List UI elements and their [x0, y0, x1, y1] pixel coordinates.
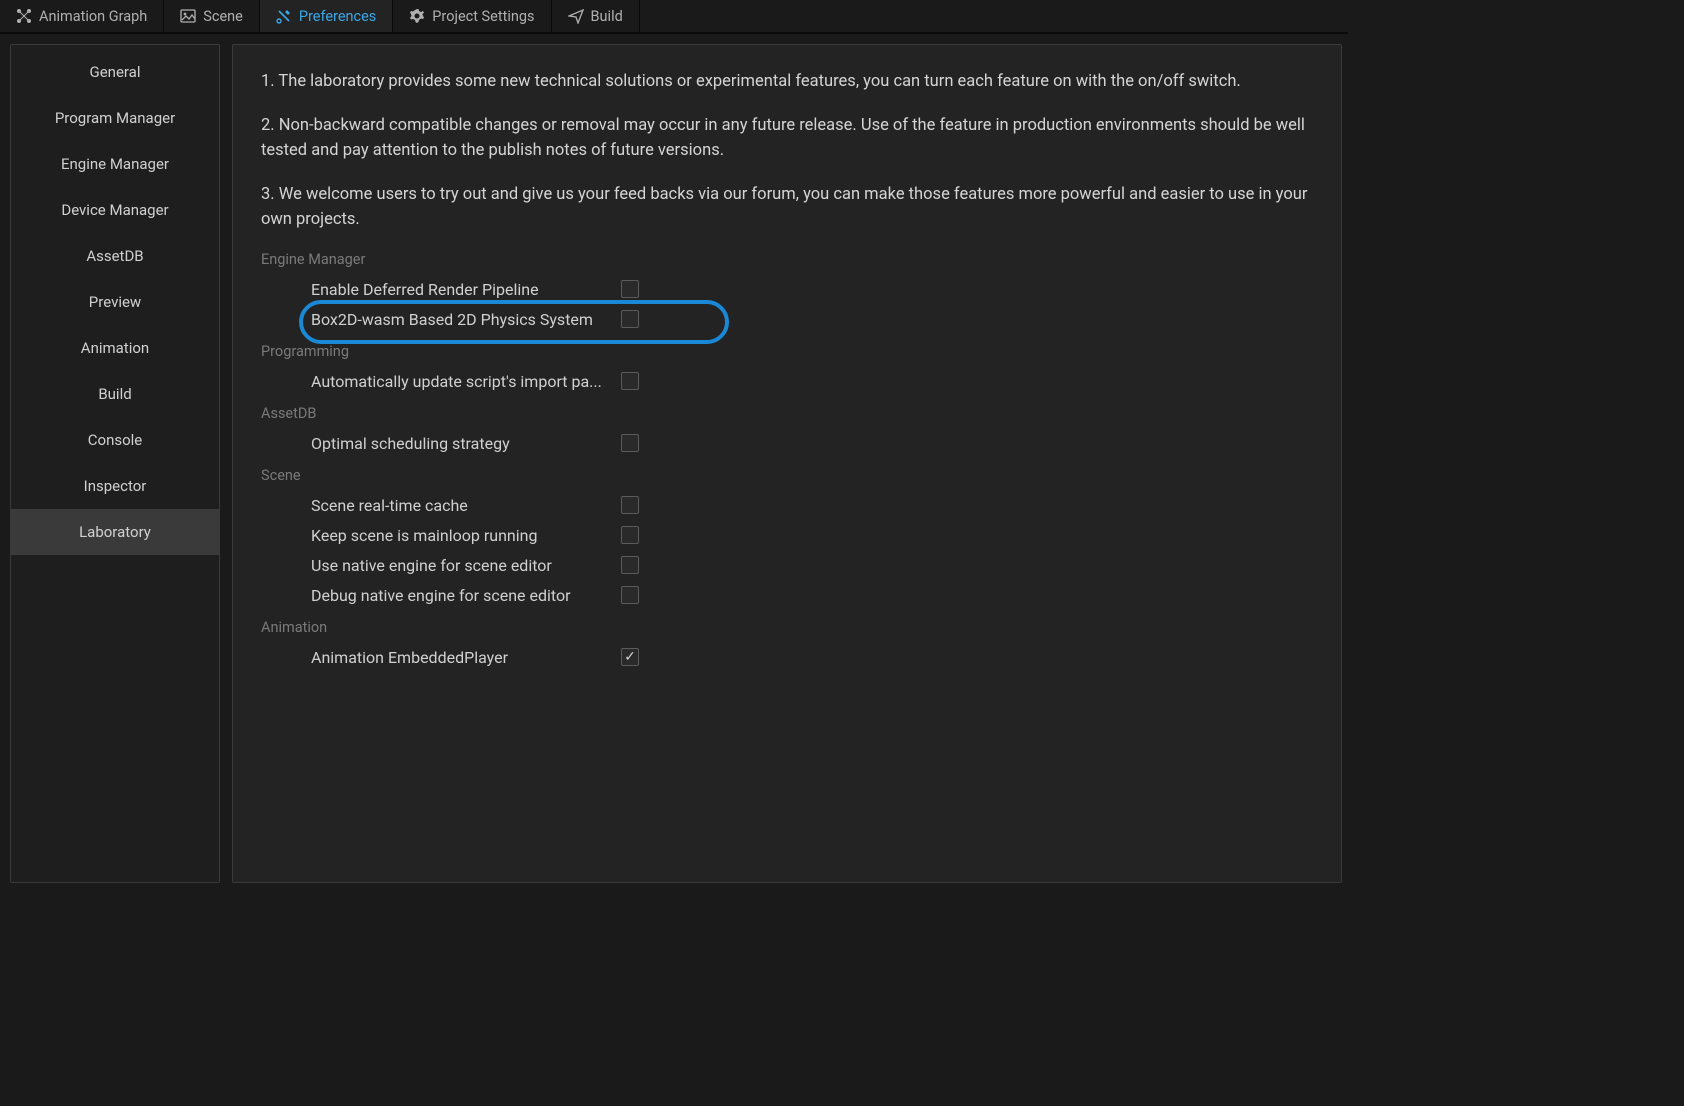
intro-paragraph-3: 3. We welcome users to try out and give … — [261, 182, 1313, 233]
option-row-scene-realtime-cache: Scene real-time cache — [261, 492, 1313, 519]
tab-label: Preferences — [299, 8, 376, 25]
option-row-deferred-pipeline: Enable Deferred Render Pipeline — [261, 276, 1313, 303]
tools-icon — [276, 8, 292, 24]
section-title-engine-manager: Engine Manager — [261, 251, 1313, 268]
checkbox-animation-embedded-player[interactable] — [621, 648, 639, 666]
top-tabs-bar: Animation Graph Scene Preferences Projec… — [0, 0, 1348, 34]
intro-paragraph-1: 1. The laboratory provides some new tech… — [261, 69, 1313, 95]
section-title-scene: Scene — [261, 467, 1313, 484]
option-label: Automatically update script's import pa.… — [311, 372, 621, 391]
tab-build[interactable]: Build — [552, 0, 640, 32]
sidebar-item-inspector[interactable]: Inspector — [11, 463, 219, 509]
checkbox-box2d-wasm[interactable] — [621, 310, 639, 328]
intro-paragraph-2: 2. Non-backward compatible changes or re… — [261, 113, 1313, 164]
sidebar-item-assetdb[interactable]: AssetDB — [11, 233, 219, 279]
sidebar-item-label: Preview — [89, 293, 141, 311]
checkbox-auto-update-import[interactable] — [621, 372, 639, 390]
tab-label: Build — [591, 8, 623, 25]
option-label: Debug native engine for scene editor — [311, 586, 621, 605]
checkbox-debug-native-engine[interactable] — [621, 586, 639, 604]
gear-icon — [409, 8, 425, 24]
sidebar-item-laboratory[interactable]: Laboratory — [11, 509, 219, 555]
option-label: Keep scene is mainloop running — [311, 526, 621, 545]
sidebar-item-device-manager[interactable]: Device Manager — [11, 187, 219, 233]
option-label: Box2D-wasm Based 2D Physics System — [311, 310, 621, 329]
sidebar-item-label: Animation — [81, 339, 149, 357]
sidebar-item-label: Engine Manager — [61, 155, 169, 173]
checkbox-native-engine-scene[interactable] — [621, 556, 639, 574]
content-panel: 1. The laboratory provides some new tech… — [232, 44, 1342, 883]
image-icon — [180, 8, 196, 24]
sidebar-item-label: Inspector — [84, 477, 147, 495]
option-row-auto-update-import: Automatically update script's import pa.… — [261, 368, 1313, 395]
option-label: Scene real-time cache — [311, 496, 621, 515]
sidebar-item-console[interactable]: Console — [11, 417, 219, 463]
checkbox-deferred-pipeline[interactable] — [621, 280, 639, 298]
option-row-debug-native-engine: Debug native engine for scene editor — [261, 582, 1313, 609]
option-row-keep-mainloop: Keep scene is mainloop running — [261, 522, 1313, 549]
option-row-native-engine-scene: Use native engine for scene editor — [261, 552, 1313, 579]
sidebar-item-program-manager[interactable]: Program Manager — [11, 95, 219, 141]
sidebar-item-label: Console — [88, 431, 143, 449]
checkbox-keep-mainloop[interactable] — [621, 526, 639, 544]
sidebar-item-preview[interactable]: Preview — [11, 279, 219, 325]
sidebar-item-label: Build — [98, 385, 131, 403]
tab-label: Animation Graph — [39, 8, 147, 25]
graph-icon — [16, 8, 32, 24]
sidebar-item-animation[interactable]: Animation — [11, 325, 219, 371]
option-row-optimal-scheduling: Optimal scheduling strategy — [261, 430, 1313, 457]
sidebar-item-label: General — [89, 63, 140, 81]
sidebar-item-label: Laboratory — [79, 523, 151, 541]
section-title-programming: Programming — [261, 343, 1313, 360]
preferences-sidebar: General Program Manager Engine Manager D… — [10, 44, 220, 883]
tab-preferences[interactable]: Preferences — [260, 0, 393, 32]
tab-project-settings[interactable]: Project Settings — [393, 0, 551, 32]
option-label: Animation EmbeddedPlayer — [311, 648, 621, 667]
tab-animation-graph[interactable]: Animation Graph — [0, 0, 164, 32]
section-title-assetdb: AssetDB — [261, 405, 1313, 422]
sidebar-item-build[interactable]: Build — [11, 371, 219, 417]
option-label: Enable Deferred Render Pipeline — [311, 280, 621, 299]
option-label: Optimal scheduling strategy — [311, 434, 621, 453]
intro-text: 1. The laboratory provides some new tech… — [261, 69, 1313, 233]
tab-label: Project Settings — [432, 8, 534, 25]
sidebar-item-engine-manager[interactable]: Engine Manager — [11, 141, 219, 187]
section-title-animation: Animation — [261, 619, 1313, 636]
checkbox-scene-realtime-cache[interactable] — [621, 496, 639, 514]
option-label: Use native engine for scene editor — [311, 556, 621, 575]
option-row-animation-embedded-player: Animation EmbeddedPlayer — [261, 644, 1313, 671]
tab-label: Scene — [203, 8, 243, 25]
send-icon — [568, 8, 584, 24]
checkbox-optimal-scheduling[interactable] — [621, 434, 639, 452]
tab-scene[interactable]: Scene — [164, 0, 260, 32]
sidebar-item-label: AssetDB — [86, 247, 143, 265]
option-row-box2d-wasm: Box2D-wasm Based 2D Physics System — [261, 306, 1313, 333]
sidebar-item-general[interactable]: General — [11, 49, 219, 95]
sidebar-item-label: Program Manager — [55, 109, 175, 127]
sidebar-item-label: Device Manager — [61, 201, 168, 219]
